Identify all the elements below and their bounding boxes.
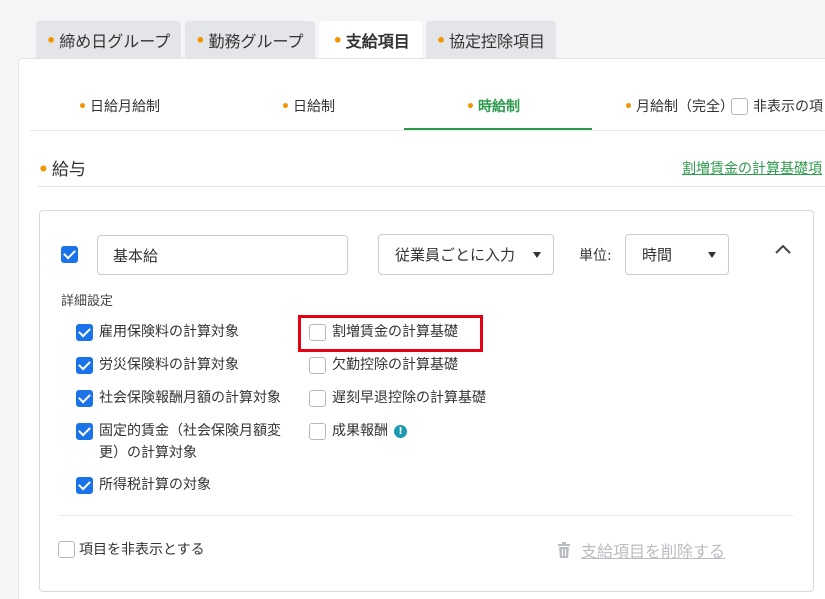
subtab-monthly-full[interactable]: • 月給制（完全） — [624, 97, 734, 117]
option-late-early-deduction-basis[interactable]: 遅刻早退控除の計算基礎 — [309, 388, 486, 408]
unit-select[interactable]: 時間 — [625, 234, 729, 275]
show-hidden-checkbox[interactable] — [731, 97, 748, 115]
checkbox[interactable] — [76, 423, 93, 440]
tab-work-group[interactable]: • 勤務グループ — [185, 21, 315, 59]
option-fixed-wage[interactable]: 固定的賃金（社会保険月額変 更）の計算対象 — [76, 421, 281, 463]
subtab-daily-monthly[interactable]: • 日給月給制 — [78, 97, 160, 117]
highlight-box — [298, 315, 483, 352]
checkbox[interactable] — [76, 390, 93, 407]
option-income-tax[interactable]: 所得税計算の対象 — [76, 475, 211, 495]
subtab-daily[interactable]: • 日給制 — [281, 97, 335, 117]
top-tabs: • 締め日グループ • 勤務グループ • 支給項目 • 協定控除項目 — [36, 21, 560, 59]
detail-settings-label: 詳細設定 — [61, 294, 114, 309]
chevron-down-icon — [533, 251, 541, 258]
checkbox[interactable] — [76, 357, 93, 374]
show-hidden-items-toggle[interactable]: 非表示の項 — [731, 96, 823, 116]
input-mode-select[interactable]: 従業員ごとに入力 — [378, 234, 554, 275]
section-divider — [38, 186, 825, 187]
hide-item-checkbox[interactable] — [58, 540, 75, 558]
chevron-up-icon[interactable] — [774, 243, 792, 255]
section-title: • 給与 — [38, 160, 86, 180]
card-divider — [60, 515, 793, 516]
item-name-input[interactable] — [97, 235, 348, 275]
checkbox[interactable] — [309, 423, 326, 440]
unit-label: 単位: — [579, 248, 612, 264]
option-social-insurance-monthly[interactable]: 社会保険報酬月額の計算対象 — [76, 388, 281, 408]
tab-payment-items[interactable]: • 支給項目 — [318, 21, 422, 59]
option-employment-insurance[interactable]: 雇用保険料の計算対象 — [76, 322, 239, 342]
checkbox[interactable] — [309, 357, 326, 374]
option-performance-pay[interactable]: 成果報酬 ! — [309, 421, 407, 441]
item-enabled-checkbox[interactable] — [61, 246, 78, 263]
overtime-basis-link[interactable]: 割増賃金の計算基礎項 — [682, 158, 822, 178]
option-workers-comp[interactable]: 労災保険料の計算対象 — [76, 355, 239, 375]
info-icon[interactable]: ! — [394, 425, 407, 438]
checkbox[interactable] — [76, 324, 93, 341]
trash-icon — [558, 542, 570, 558]
checkbox[interactable] — [76, 477, 93, 494]
checkbox[interactable] — [309, 390, 326, 407]
hide-item-toggle[interactable]: 項目を非表示とする — [58, 539, 205, 559]
option-absence-deduction-basis[interactable]: 欠勤控除の計算基礎 — [309, 355, 458, 375]
subtab-hourly[interactable]: • 時給制 — [466, 97, 520, 117]
delete-item-link[interactable]: 支給項目を削除する — [557, 538, 725, 562]
chevron-down-icon — [708, 251, 716, 258]
tab-agreement-deductions[interactable]: • 協定控除項目 — [425, 21, 557, 59]
tab-closing-day-group[interactable]: • 締め日グループ — [36, 21, 182, 59]
subtab-divider — [30, 130, 825, 131]
